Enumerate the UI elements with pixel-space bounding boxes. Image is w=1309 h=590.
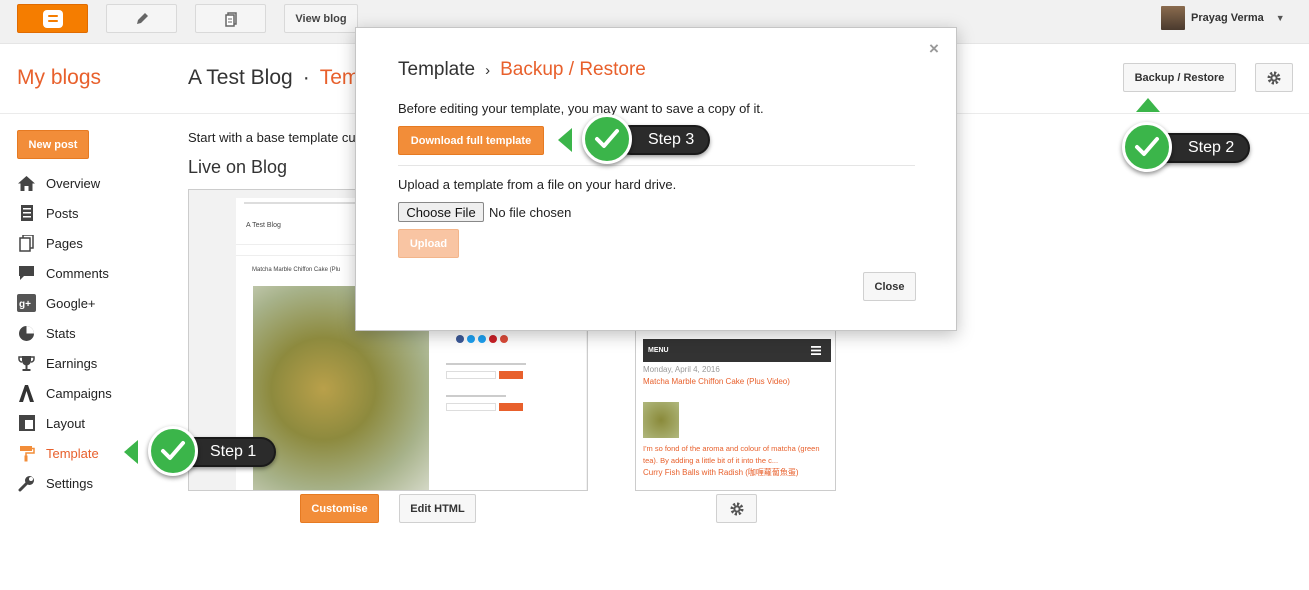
preview-post-date: Monday, April 4, 2016 (643, 365, 720, 374)
sidebar-item-stats[interactable]: Stats (17, 322, 76, 344)
backup-restore-dialog: × Template › Backup / Restore Before editi… (355, 27, 957, 331)
sidebar-item-label: Stats (46, 325, 76, 341)
blogger-logo-button[interactable] (17, 4, 88, 33)
account-menu[interactable]: Prayag Verma ▼ (1161, 6, 1285, 30)
preview-post-title: Matcha Marble Chiffon Cake (Plu (252, 267, 341, 273)
upload-button[interactable]: Upload (398, 229, 459, 258)
sidebar-item-google-plus[interactable]: g+ Google+ (17, 292, 96, 314)
chevron-down-icon: ▼ (1275, 13, 1285, 23)
preview-post-excerpt: I'm so fond of the aroma and colour of m… (643, 444, 820, 465)
avatar (1161, 6, 1185, 30)
blog-title: A Test Blog (188, 66, 293, 89)
my-blogs-link[interactable]: My blogs (17, 66, 101, 90)
sidebar-item-pages[interactable]: Pages (17, 232, 83, 254)
user-name: Prayag Verma (1191, 12, 1264, 24)
sidebar-item-settings[interactable]: Settings (17, 472, 93, 494)
close-button[interactable]: Close (863, 272, 916, 301)
preview-post-thumbnail (643, 402, 679, 438)
paint-roller-icon (17, 444, 36, 463)
dialog-breadcrumb-template: Template (398, 59, 476, 80)
preview-second-post-title: Curry Fish Balls with Radish (咖喱蘿蔔魚蛋) (643, 468, 799, 477)
google-plus-icon: g+ (17, 294, 36, 313)
chevron-right-icon: › (485, 62, 491, 79)
posts-icon (17, 204, 36, 223)
sidebar-item-label: Settings (46, 475, 93, 491)
comments-icon (17, 264, 36, 283)
upload-instruction-text: Upload a template from a file on your ha… (398, 177, 677, 192)
dialog-breadcrumb-backup-restore: Backup / Restore (500, 59, 646, 80)
sidebar-item-overview[interactable]: Overview (17, 172, 100, 194)
pages-icon (17, 234, 36, 253)
sidebar-item-template[interactable]: Template (17, 442, 99, 464)
campaigns-icon (17, 384, 36, 403)
edit-html-button[interactable]: Edit HTML (399, 494, 476, 523)
preview-top-links (244, 202, 364, 204)
menu-label: MENU (648, 347, 669, 354)
sidebar-item-label: Overview (46, 175, 101, 191)
choose-file-button[interactable]: Choose File (398, 202, 484, 222)
sidebar-item-label: Google+ (46, 295, 96, 311)
view-blog-button[interactable]: View blog (284, 4, 358, 33)
layout-icon (17, 414, 36, 433)
customise-button[interactable]: Customise (300, 494, 379, 523)
sidebar-item-earnings[interactable]: Earnings (17, 352, 97, 374)
home-icon (17, 174, 36, 193)
sidebar-item-comments[interactable]: Comments (17, 262, 109, 284)
trophy-icon (17, 354, 36, 373)
stats-icon (17, 324, 36, 343)
checkmark-icon (1122, 122, 1172, 172)
save-copy-text: Before editing your template, you may wa… (398, 101, 764, 116)
sidebar-item-label: Comments (46, 265, 109, 281)
svg-text:g+: g+ (19, 299, 31, 310)
sidebar-item-label: Template (46, 445, 99, 461)
sidebar-item-label: Posts (46, 205, 79, 221)
step-2-pointer (1136, 98, 1160, 112)
gear-icon (1267, 71, 1281, 84)
step-3-pointer (558, 128, 572, 152)
step-2-label: Step 2 (1188, 139, 1235, 156)
backup-restore-button[interactable]: Backup / Restore (1123, 63, 1236, 92)
settings-button[interactable] (1255, 63, 1293, 92)
step-3-label: Step 3 (648, 131, 695, 148)
sidebar-item-label: Campaigns (46, 385, 112, 401)
pencil-icon (136, 12, 148, 24)
file-status-text: No file chosen (489, 205, 572, 220)
sidebar-item-posts[interactable]: Posts (17, 202, 79, 224)
wrench-icon (17, 474, 36, 493)
dialog-title: Template › Backup / Restore (398, 59, 646, 81)
sidebar-item-label: Earnings (46, 355, 98, 371)
sidebar-item-label: Layout (46, 415, 86, 431)
checkmark-icon (582, 114, 632, 164)
posts-list-button[interactable] (195, 4, 266, 33)
sidebar-item-label: Pages (46, 235, 83, 251)
preview-post-title: Matcha Marble Chiffon Cake (Plus Video) (643, 377, 790, 386)
blogger-icon (42, 9, 63, 28)
download-full-template-button[interactable]: Download full template (398, 126, 544, 155)
preview-sidebar (446, 335, 536, 490)
preview-mobile-menu: MENU (643, 339, 831, 362)
checkmark-icon (148, 426, 198, 476)
hamburger-icon (811, 346, 821, 355)
gear-icon (730, 502, 743, 515)
close-icon[interactable]: × (929, 39, 939, 59)
mobile-template-preview[interactable]: MENU Monday, April 4, 2016 Matcha Marble… (635, 325, 836, 491)
intro-text: Start with a base template cu (188, 130, 356, 145)
sidebar-item-campaigns[interactable]: Campaigns (17, 382, 112, 404)
preview-blog-title: A Test Blog (246, 222, 281, 229)
step-1-pointer (124, 440, 138, 464)
sidebar-item-layout[interactable]: Layout (17, 412, 85, 434)
pages-icon (224, 11, 237, 27)
breadcrumb-separator: · (302, 66, 310, 89)
step-1-label: Step 1 (210, 443, 257, 460)
new-post-pencil-button[interactable] (106, 4, 177, 33)
live-on-blog-heading: Live on Blog (188, 157, 288, 177)
new-post-button[interactable]: New post (17, 130, 89, 159)
mobile-settings-button[interactable] (716, 494, 757, 523)
dialog-divider (398, 165, 915, 166)
